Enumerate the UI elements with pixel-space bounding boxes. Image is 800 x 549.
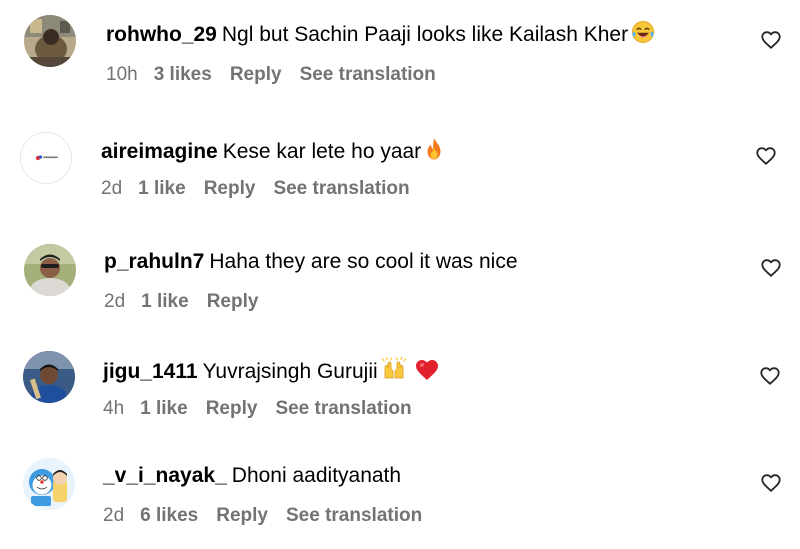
see-translation-button[interactable]: See translation bbox=[273, 177, 409, 201]
red-heart-emoji bbox=[415, 359, 439, 381]
comment-text: Dhoni aadityanath bbox=[231, 464, 402, 487]
like-button[interactable] bbox=[760, 472, 782, 494]
reply-button[interactable]: Reply bbox=[206, 397, 258, 421]
comment-likes[interactable]: 1 like bbox=[138, 177, 186, 201]
comment-time: 2d bbox=[103, 505, 125, 526]
comment-likes[interactable]: 1 like bbox=[141, 290, 189, 314]
comment-item: p_rahuln7 Haha they are so cool it was ni… bbox=[0, 230, 800, 330]
heart-outline-icon bbox=[761, 474, 781, 492]
comment-text: Haha they are so cool it was nice bbox=[209, 250, 518, 273]
avatar[interactable] bbox=[20, 132, 72, 184]
raising-hands-emoji bbox=[381, 357, 407, 381]
reply-button[interactable]: Reply bbox=[204, 177, 256, 201]
heart-outline-icon bbox=[760, 367, 780, 385]
avatar[interactable] bbox=[23, 351, 75, 403]
comment-meta: 4h 1 like Reply See translation bbox=[103, 397, 412, 421]
reply-button[interactable]: Reply bbox=[207, 290, 259, 314]
heart-outline-icon bbox=[761, 259, 781, 277]
comment-text: Kese kar lete ho yaar bbox=[222, 140, 422, 163]
comment-username[interactable]: _v_i_nayak_ bbox=[103, 464, 227, 487]
user-avatar-photo-icon bbox=[24, 244, 76, 296]
comment-time: 2d bbox=[101, 178, 123, 199]
comment-line: jigu_1411 Yuvrajsingh Gurujii bbox=[103, 357, 439, 385]
comment-item: _v_i_nayak_ Dhoni aadityanath 2d 6 likes Re… bbox=[0, 445, 800, 545]
avatar[interactable] bbox=[23, 458, 75, 510]
see-translation-button[interactable]: See translation bbox=[300, 63, 436, 87]
comment-text: Yuvrajsingh Gurujii bbox=[202, 360, 378, 383]
heart-outline-icon bbox=[761, 31, 781, 49]
heart-outline-icon bbox=[756, 147, 776, 165]
comment-line: p_rahuln7 Haha they are so cool it was ni… bbox=[104, 249, 518, 275]
laughing-tears-emoji bbox=[631, 20, 655, 44]
comment-username[interactable]: p_rahuln7 bbox=[104, 250, 204, 273]
fire-emoji bbox=[424, 137, 444, 161]
comment-time: 4h bbox=[103, 398, 125, 419]
avatar[interactable] bbox=[24, 15, 76, 67]
comment-text: Ngl but Sachin Paaji looks like Kailash … bbox=[221, 23, 629, 46]
like-button[interactable] bbox=[760, 29, 782, 51]
comment-item: aireimagine Kese kar lete ho yaar 2d 1 lik… bbox=[0, 115, 800, 215]
reply-button[interactable]: Reply bbox=[216, 504, 268, 528]
see-translation-button[interactable]: See translation bbox=[275, 397, 411, 421]
cartoon-avatar-icon bbox=[23, 458, 75, 510]
comment-meta: 2d 1 like Reply See translation bbox=[101, 177, 410, 201]
avatar[interactable] bbox=[24, 244, 76, 296]
comment-meta: 10h 3 likes Reply See translation bbox=[106, 63, 436, 87]
comment-line: _v_i_nayak_ Dhoni aadityanath bbox=[103, 463, 401, 489]
reply-button[interactable]: Reply bbox=[230, 63, 282, 87]
comment-username[interactable]: rohwho_29 bbox=[106, 23, 217, 46]
like-button[interactable] bbox=[755, 145, 777, 167]
comment-likes[interactable]: 1 like bbox=[140, 397, 188, 421]
comment-meta: 2d 6 likes Reply See translation bbox=[103, 504, 422, 528]
comment-username[interactable]: jigu_1411 bbox=[103, 360, 198, 383]
brand-logo-avatar-icon bbox=[21, 133, 71, 183]
comment-time: 2d bbox=[104, 291, 126, 312]
user-avatar-photo-icon bbox=[23, 351, 75, 403]
comment-username[interactable]: aireimagine bbox=[101, 140, 218, 163]
like-button[interactable] bbox=[759, 365, 781, 387]
comment-meta: 2d 1 like Reply bbox=[104, 290, 276, 314]
comment-time: 10h bbox=[106, 64, 138, 85]
comment-item: jigu_1411 Yuvrajsingh Gurujii 4h 1 like Rep… bbox=[0, 338, 800, 438]
comment-line: rohwho_29 Ngl but Sachin Paaji looks like… bbox=[106, 20, 655, 48]
user-avatar-photo-icon bbox=[24, 15, 76, 67]
comment-likes[interactable]: 6 likes bbox=[140, 504, 198, 528]
see-translation-button[interactable]: See translation bbox=[286, 504, 422, 528]
comment-line: aireimagine Kese kar lete ho yaar bbox=[101, 137, 444, 165]
comment-likes[interactable]: 3 likes bbox=[154, 63, 212, 87]
like-button[interactable] bbox=[760, 257, 782, 279]
comment-item: rohwho_29 Ngl but Sachin Paaji looks like… bbox=[0, 0, 800, 100]
